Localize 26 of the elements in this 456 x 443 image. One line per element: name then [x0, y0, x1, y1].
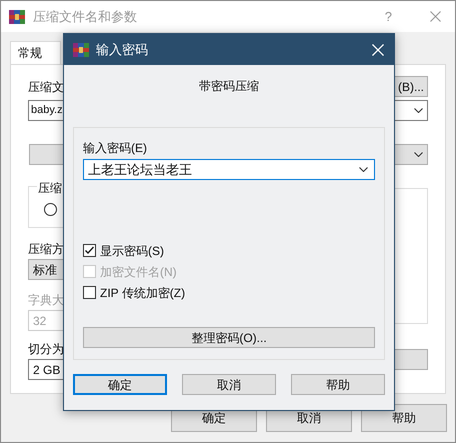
checkbox-label: 加密文件名(N) [100, 264, 177, 280]
dialog-button[interactable]: 取消 [182, 374, 276, 395]
dialog-heading: 带密码压缩 [199, 78, 259, 95]
radio-button[interactable] [44, 202, 57, 216]
checkbox[interactable] [83, 286, 96, 299]
dropdown-icon [414, 152, 423, 157]
dropdown-icon [414, 108, 423, 113]
dialog-button[interactable]: 帮助 [361, 404, 447, 432]
password-field[interactable]: 上老王论坛当老王 [83, 159, 375, 180]
dropdown-icon [359, 167, 368, 172]
field-label: 压缩文 [28, 78, 64, 96]
dialog-title: 输入密码 [96, 40, 148, 59]
field-label: 字典大 [28, 292, 64, 309]
archive-app-icon [73, 42, 89, 58]
checkbox-label: ZIP 传统加密(Z) [100, 284, 186, 302]
field-label: 压缩方 [28, 241, 64, 258]
tab[interactable]: 常规 [10, 41, 61, 64]
dialog-button[interactable]: 确定 [73, 374, 167, 395]
window-title: 压缩文件名和参数 [33, 8, 137, 26]
organize-passwords-button[interactable]: 整理密码(O)... [83, 327, 375, 348]
password-label: 输入密码(E) [83, 140, 148, 157]
archive-app-icon [9, 8, 25, 24]
checkbox[interactable] [83, 244, 96, 257]
field-label: 切分为 [28, 341, 64, 358]
checkbox-label: 显示密码(S) [100, 242, 164, 260]
dialog-button[interactable]: 帮助 [291, 374, 385, 395]
